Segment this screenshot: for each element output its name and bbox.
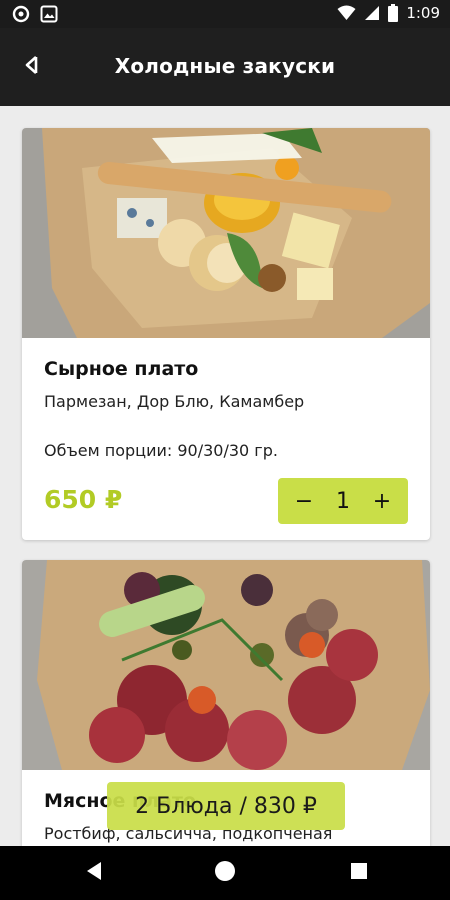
image-notification-icon	[40, 5, 58, 23]
nav-recents-icon	[350, 862, 368, 884]
product-card[interactable]: Сырное плато Пармезан, Дор Блю, Камамбер…	[22, 128, 430, 540]
cheese-platter-photo	[22, 128, 430, 338]
cart-button[interactable]: 2 Блюда / 830 ₽	[107, 782, 345, 830]
system-nav-bar	[0, 846, 450, 900]
quantity-stepper[interactable]: − 1 +	[278, 478, 408, 524]
decrease-quantity-button[interactable]: −	[292, 489, 316, 514]
nav-back-icon	[85, 861, 103, 885]
app-bar: Холодные закуски	[0, 28, 450, 106]
wifi-icon	[337, 5, 356, 21]
nav-home-button[interactable]	[210, 858, 240, 888]
page-title: Холодные закуски	[114, 54, 336, 78]
nav-home-icon	[214, 860, 236, 886]
nav-back-button[interactable]	[79, 858, 109, 888]
circle-notification-icon	[12, 5, 30, 23]
nav-recents-button[interactable]	[344, 858, 374, 888]
status-bar: 1:09	[0, 0, 450, 28]
product-description: Пармезан, Дор Блю, Камамбер	[44, 392, 305, 411]
battery-icon	[388, 4, 399, 22]
meat-platter-photo	[22, 560, 430, 770]
signal-icon	[364, 5, 380, 21]
product-list[interactable]: Сырное плато Пармезан, Дор Блю, Камамбер…	[0, 106, 450, 846]
increase-quantity-button[interactable]: +	[370, 489, 394, 514]
product-name: Сырное плато	[44, 358, 199, 380]
product-portion: Объем порции: 90/30/30 гр.	[44, 441, 278, 460]
status-time: 1:09	[406, 4, 440, 22]
product-price: 650 ₽	[44, 485, 123, 514]
quantity-value: 1	[336, 488, 350, 514]
